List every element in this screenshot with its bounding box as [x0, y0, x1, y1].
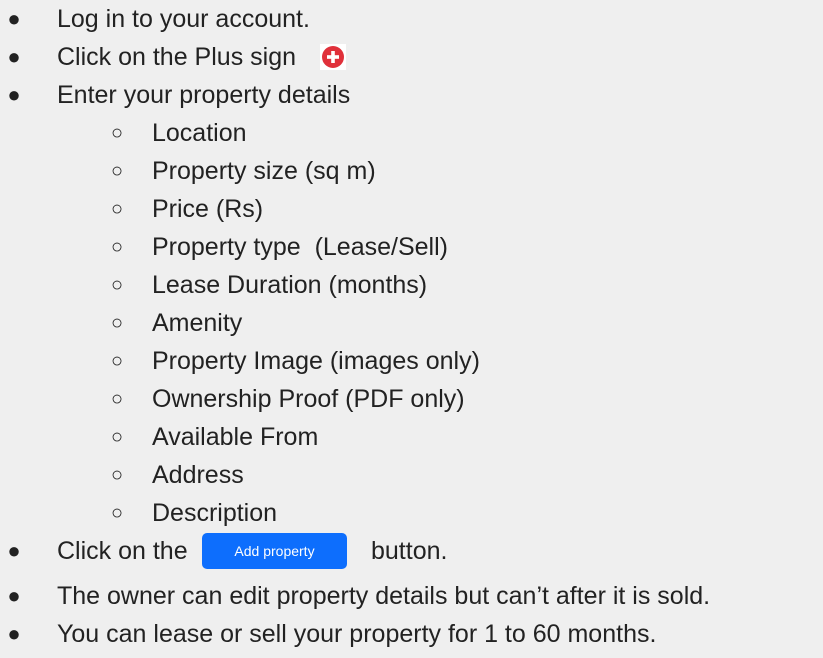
field-label: Amenity — [152, 309, 243, 337]
sub-bullet: ○ — [110, 350, 124, 372]
sub-bullet: ○ — [110, 160, 124, 182]
bullet: ● — [7, 621, 21, 646]
plus-circle-icon — [320, 44, 346, 70]
step-details-text: Enter your property details — [57, 81, 351, 109]
step-plus-text: Click on the Plus sign — [57, 43, 297, 71]
sub-bullet: ○ — [110, 274, 124, 296]
step-owner-edit-text: The owner can edit property details but … — [57, 582, 711, 610]
sub-bullet: ○ — [110, 464, 124, 486]
field-label: Description — [152, 499, 278, 527]
step-click-text: Click on the — [57, 537, 188, 565]
add-property-button[interactable]: Add property — [202, 533, 347, 569]
field-label: Property Image (images only) — [152, 347, 480, 375]
field-label: Property type (Lease/Sell) — [152, 233, 448, 261]
bullet: ● — [7, 538, 21, 563]
field-label: Location — [152, 119, 247, 147]
field-label: Address — [152, 461, 244, 489]
sub-bullet: ○ — [110, 502, 124, 524]
step-login-text: Log in to your account. — [57, 5, 310, 33]
sub-bullet: ○ — [110, 122, 124, 144]
field-label: Price (Rs) — [152, 195, 264, 223]
bullet: ● — [7, 6, 21, 31]
sub-bullet: ○ — [110, 198, 124, 220]
sub-bullet: ○ — [110, 388, 124, 410]
bullet: ● — [7, 82, 21, 107]
field-label: Property size (sq m) — [152, 157, 376, 185]
instructions-document: ● Log in to your account. ● Click on the… — [0, 0, 823, 658]
sub-bullet: ○ — [110, 426, 124, 448]
sub-bullet: ○ — [110, 312, 124, 334]
field-label: Ownership Proof (PDF only) — [152, 385, 465, 413]
step-button-suffix-text: button. — [371, 537, 448, 565]
bullet: ● — [7, 44, 21, 69]
field-label: Lease Duration (months) — [152, 271, 428, 299]
bullet: ● — [7, 583, 21, 608]
sub-bullet: ○ — [110, 236, 124, 258]
field-label: Available From — [152, 423, 319, 451]
step-lease-sell-text: You can lease or sell your property for … — [57, 620, 657, 648]
